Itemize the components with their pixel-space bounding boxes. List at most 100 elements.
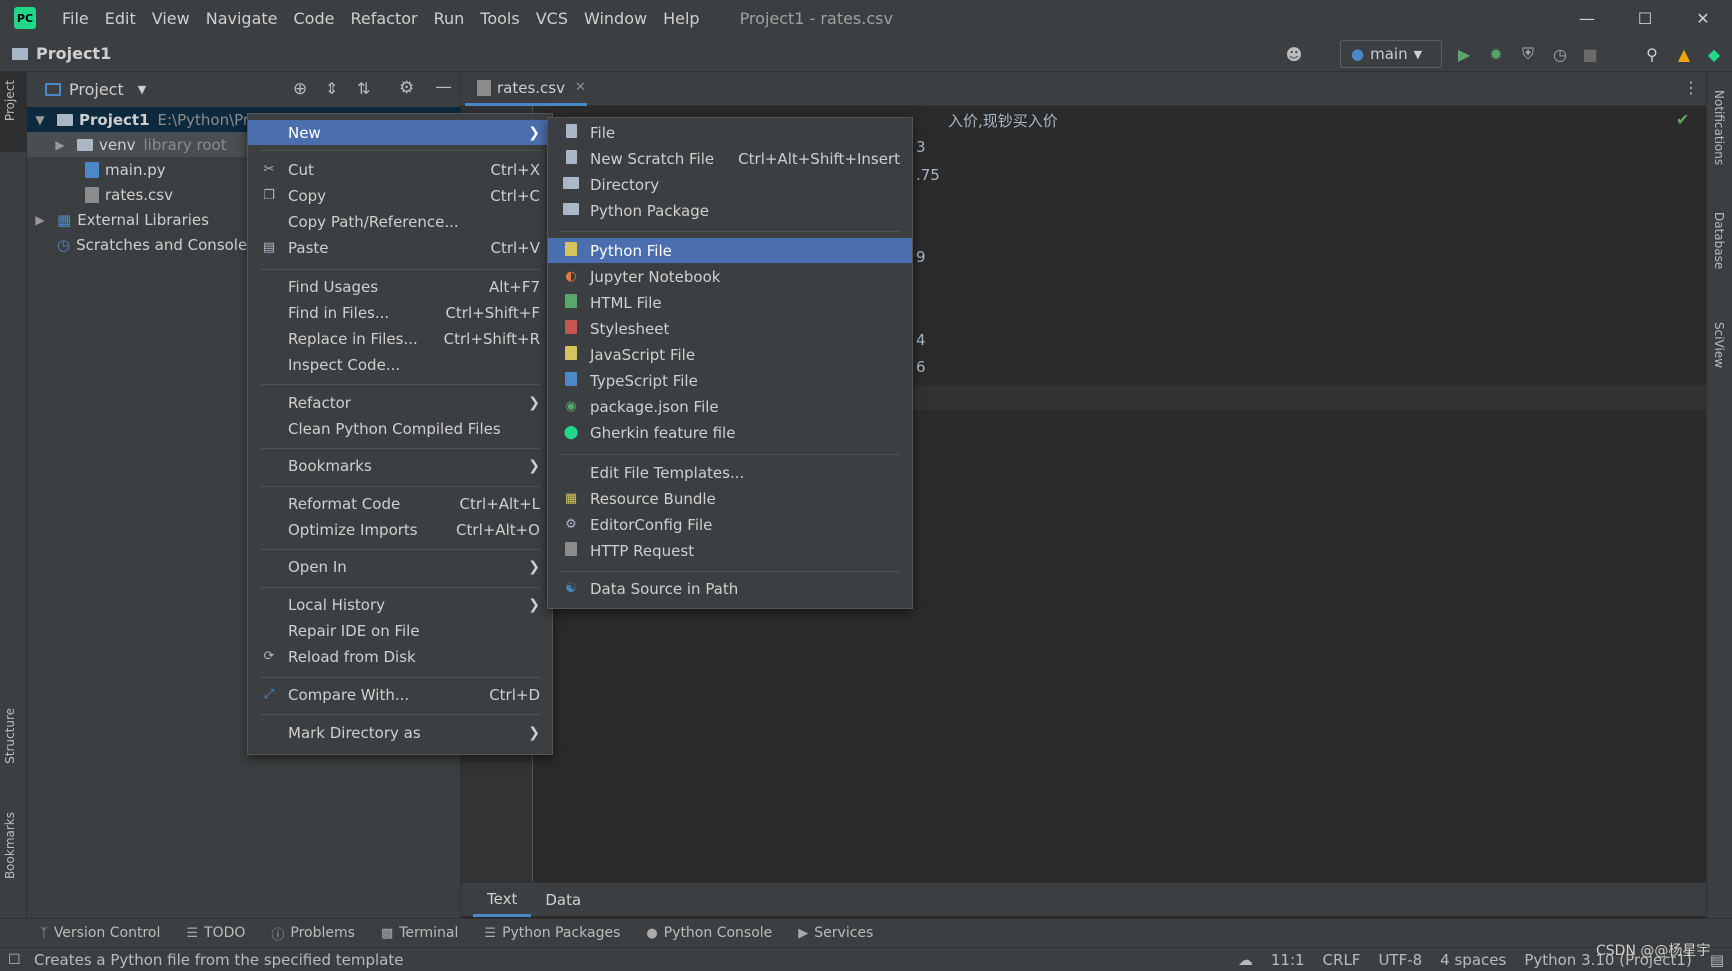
submenu-item-file[interactable]: File <box>548 120 912 145</box>
submenu-item-stylesheet[interactable]: Stylesheet <box>548 316 912 341</box>
toolwindow-python-console[interactable]: ● Python Console <box>646 925 772 941</box>
submenu-item-python-package[interactable]: Python Package <box>548 198 912 223</box>
maximize-icon[interactable]: ☐ <box>1616 0 1674 36</box>
submenu-item-javascript[interactable]: JavaScript File <box>548 342 912 367</box>
close-icon[interactable]: ✕ <box>575 80 586 95</box>
profile-icon[interactable]: ◷ <box>1550 44 1570 64</box>
menu-item-local-history[interactable]: Local History ❯ <box>248 592 552 617</box>
toolwindow-terminal[interactable]: ▩ Terminal <box>381 925 458 941</box>
menu-item-copy-path[interactable]: Copy Path/Reference... <box>248 209 552 234</box>
menu-item-cut[interactable]: ✂ Cut Ctrl+X <box>248 157 552 182</box>
submenu-item-gherkin[interactable]: ⬤ Gherkin feature file <box>548 420 912 445</box>
submenu-item-edit-templates[interactable]: Edit File Templates... <box>548 460 912 485</box>
toolwindow-label: Version Control <box>53 925 161 941</box>
menu-item-optimize-imports[interactable]: Optimize Imports Ctrl+Alt+O <box>248 517 552 542</box>
menu-item-mark-directory[interactable]: Mark Directory as ❯ <box>248 720 552 745</box>
submenu-item-resource-bundle[interactable]: ▦ Resource Bundle <box>548 486 912 511</box>
gear-icon[interactable]: ⚙ <box>399 78 414 98</box>
tab-notifications-vertical[interactable]: Notifications <box>1712 90 1726 165</box>
tab-text[interactable]: Text <box>473 883 532 917</box>
menu-code[interactable]: Code <box>286 9 343 28</box>
menu-run[interactable]: Run <box>426 9 473 28</box>
submenu-item-editorconfig[interactable]: ⚙ EditorConfig File <box>548 512 912 537</box>
menu-item-reformat-code[interactable]: Reformat Code Ctrl+Alt+L <box>248 491 552 516</box>
editor-view-tabs: Text Data <box>461 882 1706 917</box>
breadcrumb-project: Project1 <box>36 44 112 63</box>
user-icon[interactable]: ☻ <box>1284 44 1304 64</box>
tab-rates-csv[interactable]: rates.csv ✕ <box>465 72 587 106</box>
tab-project-vertical[interactable]: Project <box>3 80 17 121</box>
collapse-all-icon[interactable]: ⇅ <box>357 79 370 98</box>
toolwindow-services[interactable]: ▶ Services <box>798 925 873 941</box>
submenu-item-directory[interactable]: Directory <box>548 172 912 197</box>
lock-icon[interactable]: ▤ <box>1710 951 1724 969</box>
toggle-panels-icon[interactable]: ☐ <box>8 952 21 968</box>
menu-edit[interactable]: Edit <box>97 9 144 28</box>
menu-item-new[interactable]: New ❯ <box>248 120 552 145</box>
run-icon[interactable]: ▶ <box>1454 44 1474 64</box>
menu-help[interactable]: Help <box>655 9 707 28</box>
update-icon[interactable]: ▲ <box>1674 44 1694 64</box>
submenu-item-python-file[interactable]: Python File <box>548 238 912 263</box>
menu-item-bookmarks[interactable]: Bookmarks ❯ <box>248 453 552 478</box>
menu-window[interactable]: Window <box>576 9 655 28</box>
project-view-select[interactable]: Project ▼ <box>45 80 146 99</box>
menu-item-replace-in-files[interactable]: Replace in Files... Ctrl+Shift+R <box>248 326 552 351</box>
menu-item-compare-with[interactable]: ⤢ Compare With... Ctrl+D <box>248 682 552 707</box>
debug-icon[interactable]: ✹ <box>1486 44 1506 64</box>
locate-icon[interactable]: ⊕ <box>293 79 307 99</box>
jetbrains-icon[interactable]: ◆ <box>1704 44 1724 64</box>
menu-item-paste[interactable]: ▤ Paste Ctrl+V <box>248 235 552 260</box>
menu-item-reload-from-disk[interactable]: ⟳ Reload from Disk <box>248 644 552 669</box>
submenu-item-jupyter[interactable]: ◐ Jupyter Notebook <box>548 264 912 289</box>
menu-item-copy[interactable]: ❐ Copy Ctrl+C <box>248 183 552 208</box>
stop-icon[interactable]: ■ <box>1580 44 1600 64</box>
git-sync-icon[interactable]: ☁ <box>1238 951 1253 969</box>
caret-position[interactable]: 11:1 <box>1271 951 1305 969</box>
menu-navigate[interactable]: Navigate <box>198 9 286 28</box>
menu-item-refactor[interactable]: Refactor ❯ <box>248 390 552 415</box>
submenu-item-html[interactable]: HTML File <box>548 290 912 315</box>
api-file-icon <box>560 541 582 560</box>
toolwindow-version-control[interactable]: ᛉ Version Control <box>40 925 160 941</box>
toolwindow-todo[interactable]: ☰ TODO <box>186 925 245 941</box>
tab-bookmarks-vertical[interactable]: Bookmarks <box>3 812 17 879</box>
menu-item-inspect-code[interactable]: Inspect Code... <box>248 352 552 377</box>
toolwindow-python-packages[interactable]: ☰ Python Packages <box>484 925 620 941</box>
menu-item-open-in[interactable]: Open In ❯ <box>248 554 552 579</box>
search-icon[interactable]: ⚲ <box>1642 44 1662 64</box>
tree-label: main.py <box>105 160 166 179</box>
menu-file[interactable]: File <box>54 9 97 28</box>
expand-all-icon[interactable]: ⇕ <box>325 79 338 98</box>
minimize-icon[interactable]: — <box>1558 0 1616 36</box>
submenu-item-package-json[interactable]: ◉ package.json File <box>548 394 912 419</box>
run-config-select[interactable]: ● main ▼ <box>1340 40 1442 68</box>
tab-sciview-vertical[interactable]: SciView <box>1712 322 1726 368</box>
submenu-item-scratch[interactable]: New Scratch File Ctrl+Alt+Shift+Insert <box>548 146 912 171</box>
breadcrumb[interactable]: Project1 <box>12 44 111 63</box>
hide-panel-icon[interactable]: — <box>435 77 452 97</box>
more-icon[interactable]: ⋮ <box>1683 78 1699 97</box>
coverage-icon[interactable]: ⛨ <box>1518 44 1538 64</box>
menu-vcs[interactable]: VCS <box>528 9 576 28</box>
menu-item-clean-python[interactable]: Clean Python Compiled Files <box>248 416 552 441</box>
submenu-item-http-request[interactable]: HTTP Request <box>548 538 912 563</box>
csv-file-icon <box>477 79 491 96</box>
tab-database-vertical[interactable]: Database <box>1712 212 1726 269</box>
menu-item-find-in-files[interactable]: Find in Files... Ctrl+Shift+F <box>248 300 552 325</box>
tab-data[interactable]: Data <box>531 883 595 917</box>
menu-view[interactable]: View <box>144 9 198 28</box>
menu-tools[interactable]: Tools <box>472 9 527 28</box>
file-encoding[interactable]: UTF-8 <box>1378 951 1422 969</box>
indent-setting[interactable]: 4 spaces <box>1440 951 1506 969</box>
toolwindow-problems[interactable]: ⓘ Problems <box>271 924 355 943</box>
info-icon: ⓘ <box>271 927 285 943</box>
tab-structure-vertical[interactable]: Structure <box>3 708 17 764</box>
menu-refactor[interactable]: Refactor <box>342 9 425 28</box>
menu-item-find-usages[interactable]: Find Usages Alt+F7 <box>248 274 552 299</box>
menu-item-repair-ide[interactable]: Repair IDE on File <box>248 618 552 643</box>
close-window-icon[interactable]: ✕ <box>1674 0 1732 36</box>
line-separator[interactable]: CRLF <box>1323 951 1361 969</box>
submenu-item-data-source[interactable]: ☯ Data Source in Path <box>548 576 912 601</box>
submenu-item-typescript[interactable]: TypeScript File <box>548 368 912 393</box>
